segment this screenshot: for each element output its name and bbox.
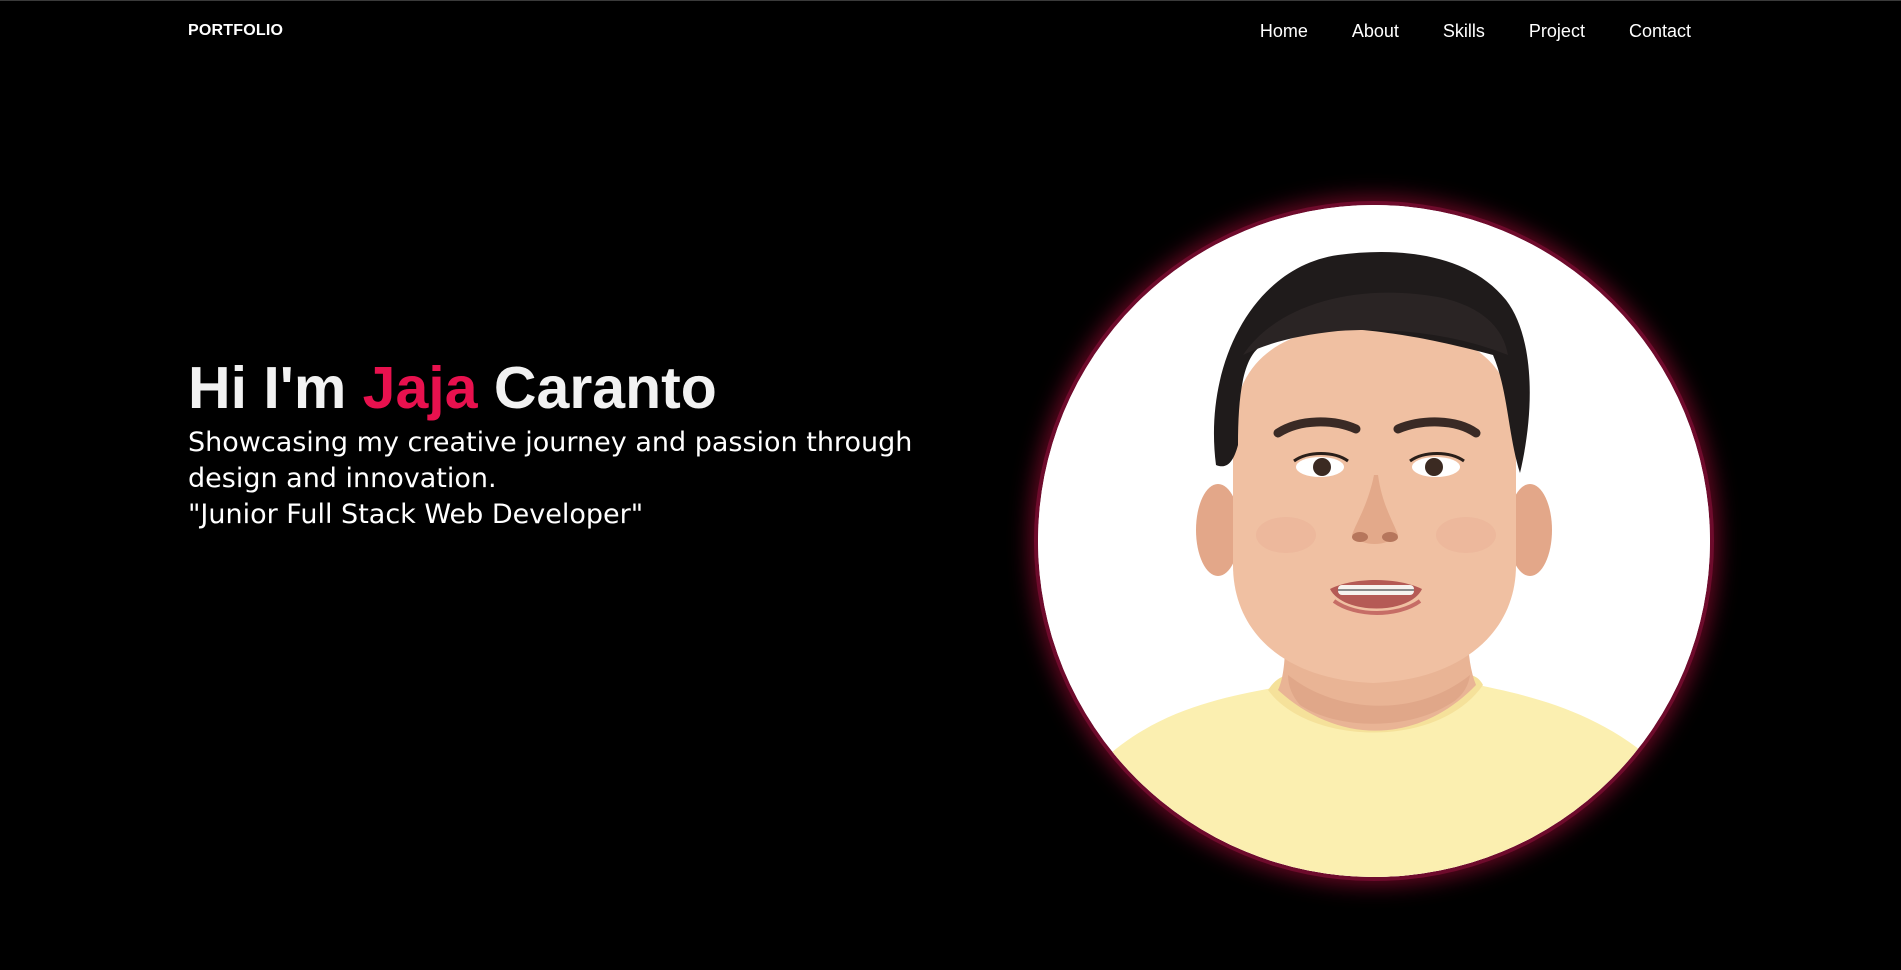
hero-role: "Junior Full Stack Web Developer" xyxy=(188,499,644,530)
logo-link[interactable]: PORTFOLIO xyxy=(188,22,283,40)
hero-title-last-name: Caranto xyxy=(477,355,717,421)
nav-item-contact: Contact xyxy=(1629,21,1691,42)
nav-link-about[interactable]: About xyxy=(1352,21,1399,41)
navbar: PORTFOLIO Home About Skills Project Cont… xyxy=(0,1,1901,61)
hero-description: Showcasing my creative journey and passi… xyxy=(188,427,913,494)
nav-link-skills[interactable]: Skills xyxy=(1443,21,1485,41)
nav-link-contact[interactable]: Contact xyxy=(1629,21,1691,41)
nav-link-project[interactable]: Project xyxy=(1529,21,1585,41)
nav-item-project: Project xyxy=(1529,21,1585,42)
hero-title-first-name: Jaja xyxy=(362,355,478,421)
profile-photo xyxy=(1038,205,1710,877)
nav-item-about: About xyxy=(1352,21,1399,42)
nav-links: Home About Skills Project Contact xyxy=(1260,21,1691,42)
nav-link-home[interactable]: Home xyxy=(1260,21,1308,41)
nav-item-home: Home xyxy=(1260,21,1308,42)
hero-title: Hi I'm Jaja Caranto xyxy=(188,353,1008,423)
nav-item-skills: Skills xyxy=(1443,21,1485,42)
profile-photo-illustration xyxy=(1038,205,1710,877)
page: PORTFOLIO Home About Skills Project Cont… xyxy=(0,0,1901,970)
hero-text: Hi I'm Jaja Caranto Showcasing my creati… xyxy=(188,353,1008,533)
hero-title-prefix: Hi I'm xyxy=(188,355,363,421)
